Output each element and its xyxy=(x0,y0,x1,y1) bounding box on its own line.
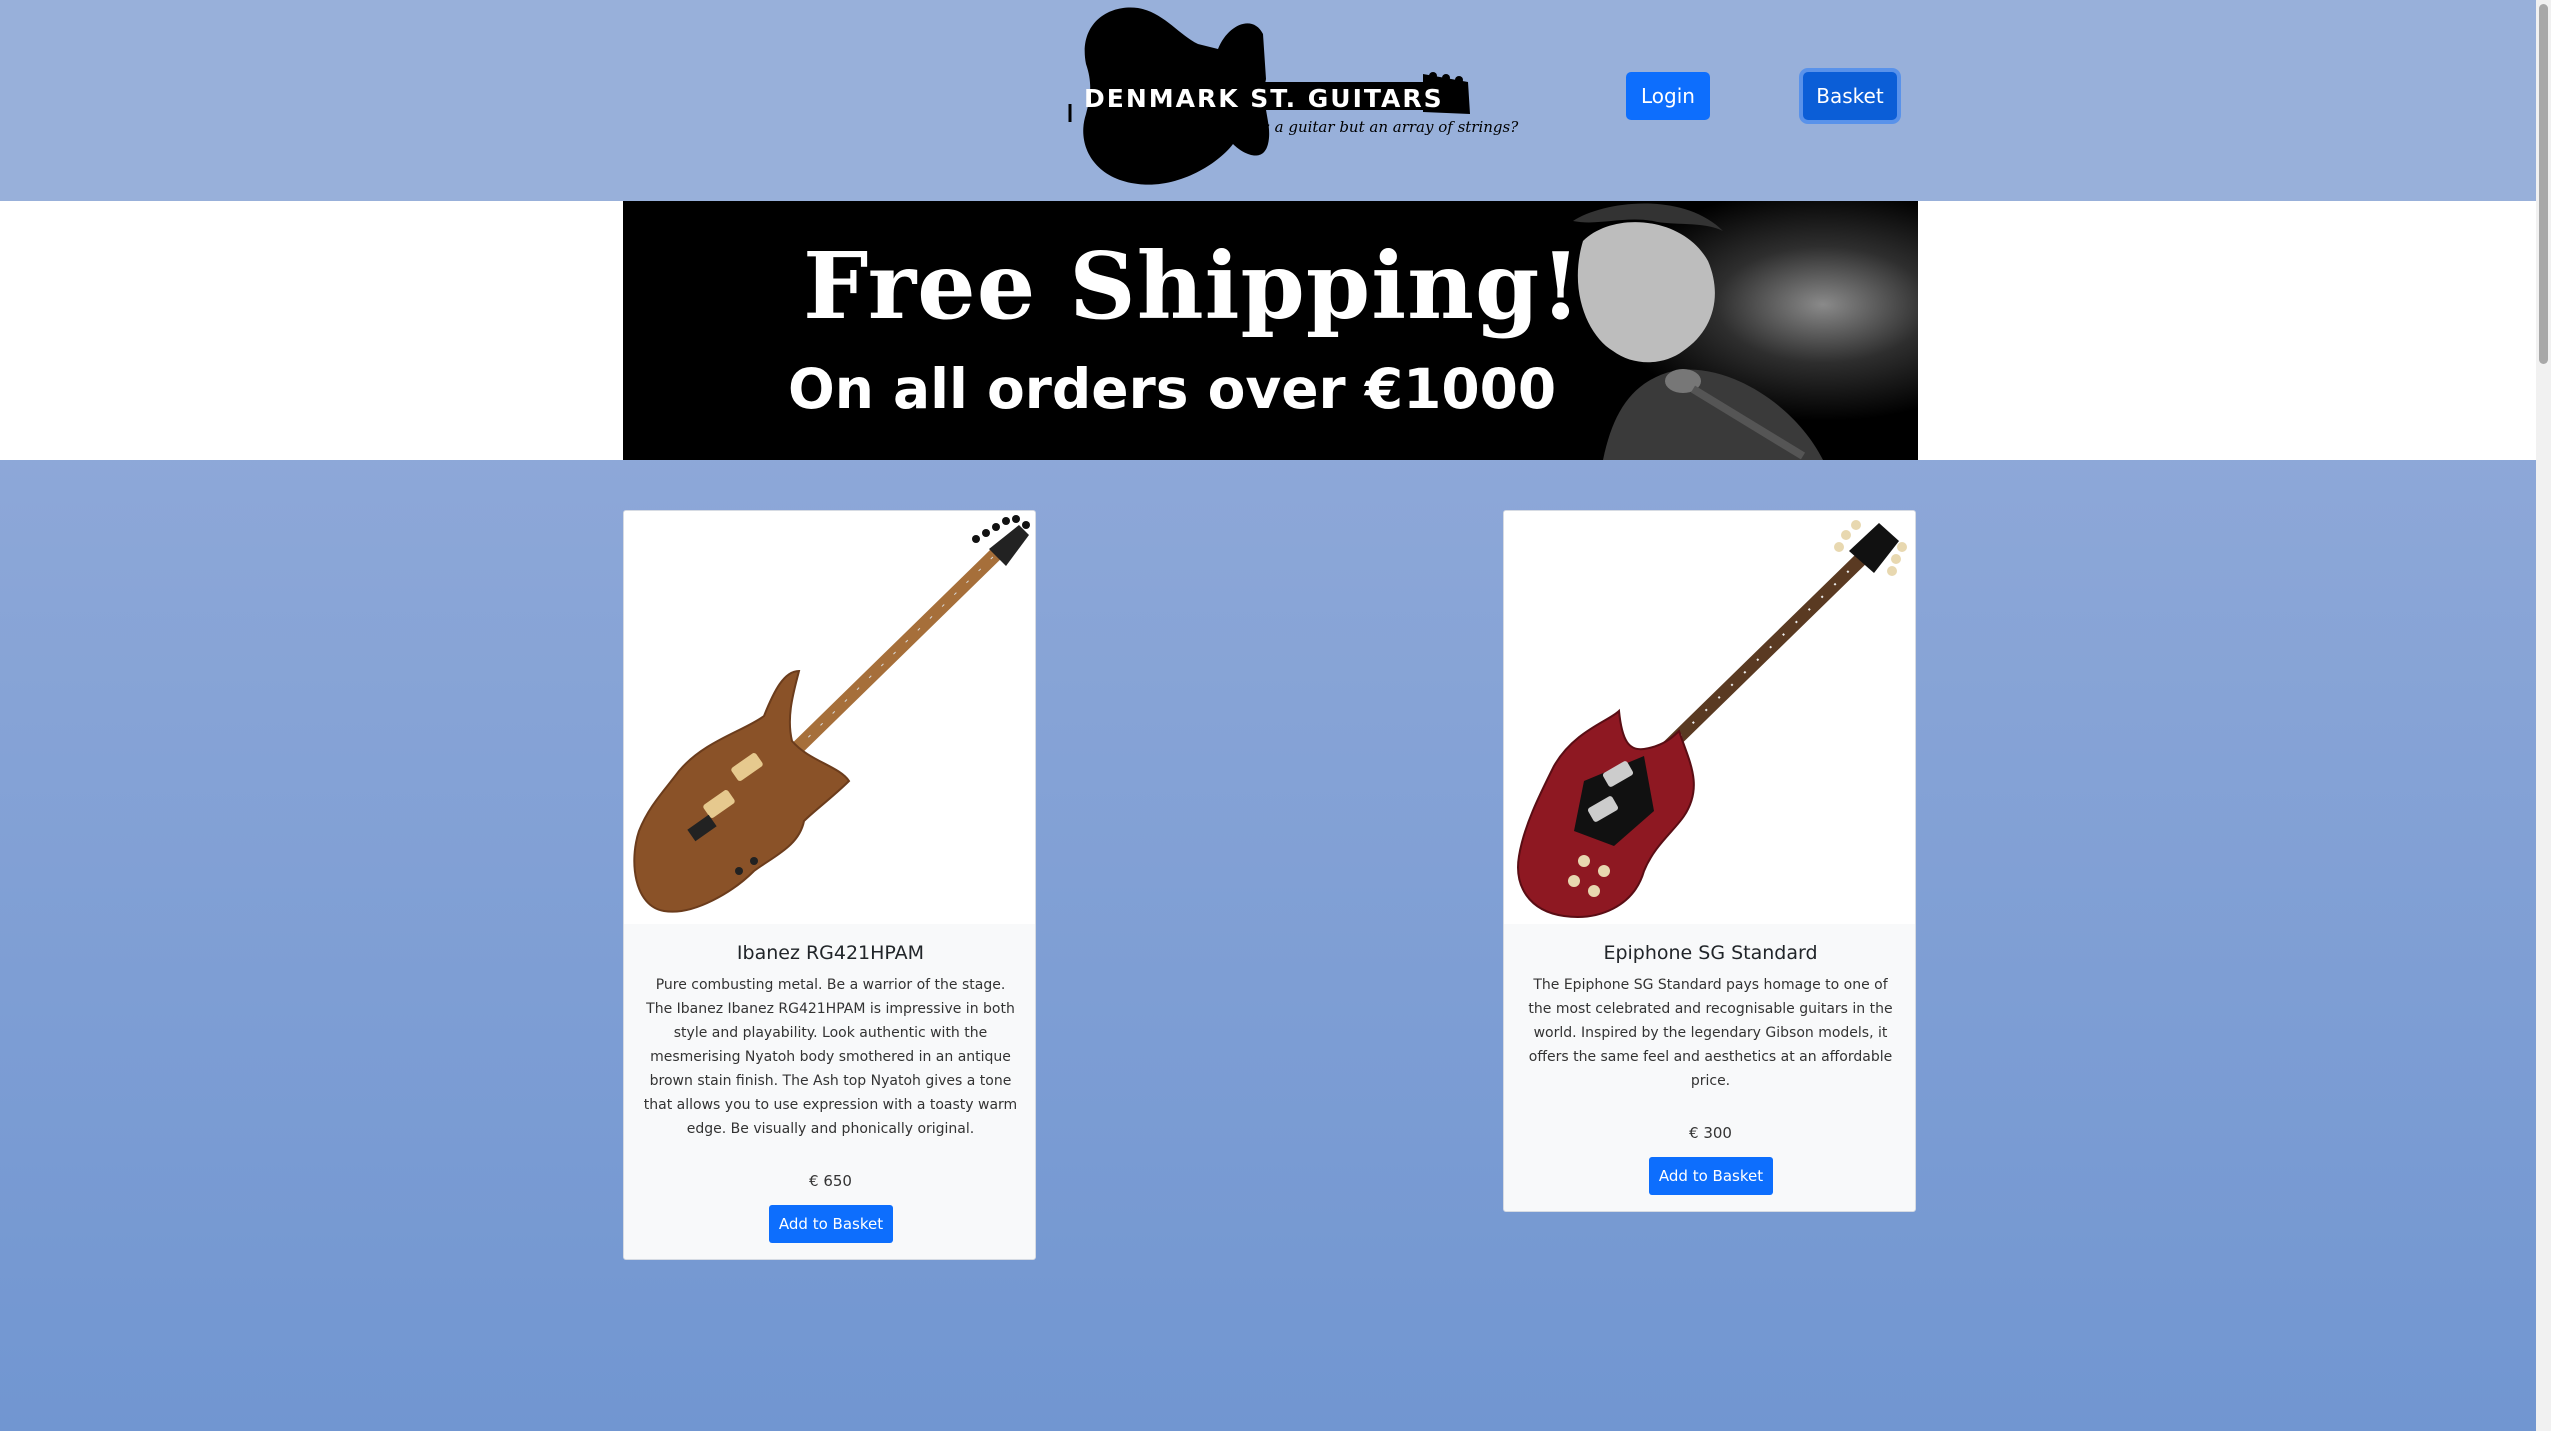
logo-title: DENMARK ST. GUITARS xyxy=(1084,84,1444,113)
product-price: € 650 xyxy=(809,1172,852,1190)
brown-electric-guitar-icon xyxy=(633,515,1030,913)
add-to-basket-button[interactable]: Add to Basket xyxy=(769,1205,893,1243)
logo-tagline: What's a guitar but an array of strings? xyxy=(1218,118,1519,136)
product-description: The Epiphone SG Standard pays homage to … xyxy=(1528,977,1893,1089)
product-card: Ibanez RG421HPAM Pure combusting metal. … xyxy=(623,510,1036,1260)
product-image[interactable] xyxy=(624,511,1035,924)
product-image[interactable] xyxy=(1504,511,1915,924)
red-sg-guitar-icon xyxy=(1517,520,1907,918)
basket-button[interactable]: Basket xyxy=(1803,72,1897,120)
add-to-basket-button[interactable]: Add to Basket xyxy=(1649,1157,1773,1195)
banner-headline: Free Shipping! xyxy=(803,232,1582,340)
scrollbar-thumb[interactable] xyxy=(2539,4,2548,364)
product-name: Ibanez RG421HPAM xyxy=(736,942,925,964)
product-card: Epiphone SG Standard The Epiphone SG Sta… xyxy=(1503,510,1916,1212)
product-description: Pure combusting metal. Be a warrior of t… xyxy=(643,977,1018,1137)
login-button[interactable]: Login xyxy=(1626,72,1710,120)
free-shipping-banner[interactable]: Free Shipping! On all orders over €1000 xyxy=(623,201,1918,460)
product-name: Epiphone SG Standard xyxy=(1603,942,1818,964)
banner-subline: On all orders over €1000 xyxy=(788,357,1557,421)
product-price: € 300 xyxy=(1689,1124,1732,1142)
vertical-scrollbar[interactable] xyxy=(2536,0,2551,1431)
